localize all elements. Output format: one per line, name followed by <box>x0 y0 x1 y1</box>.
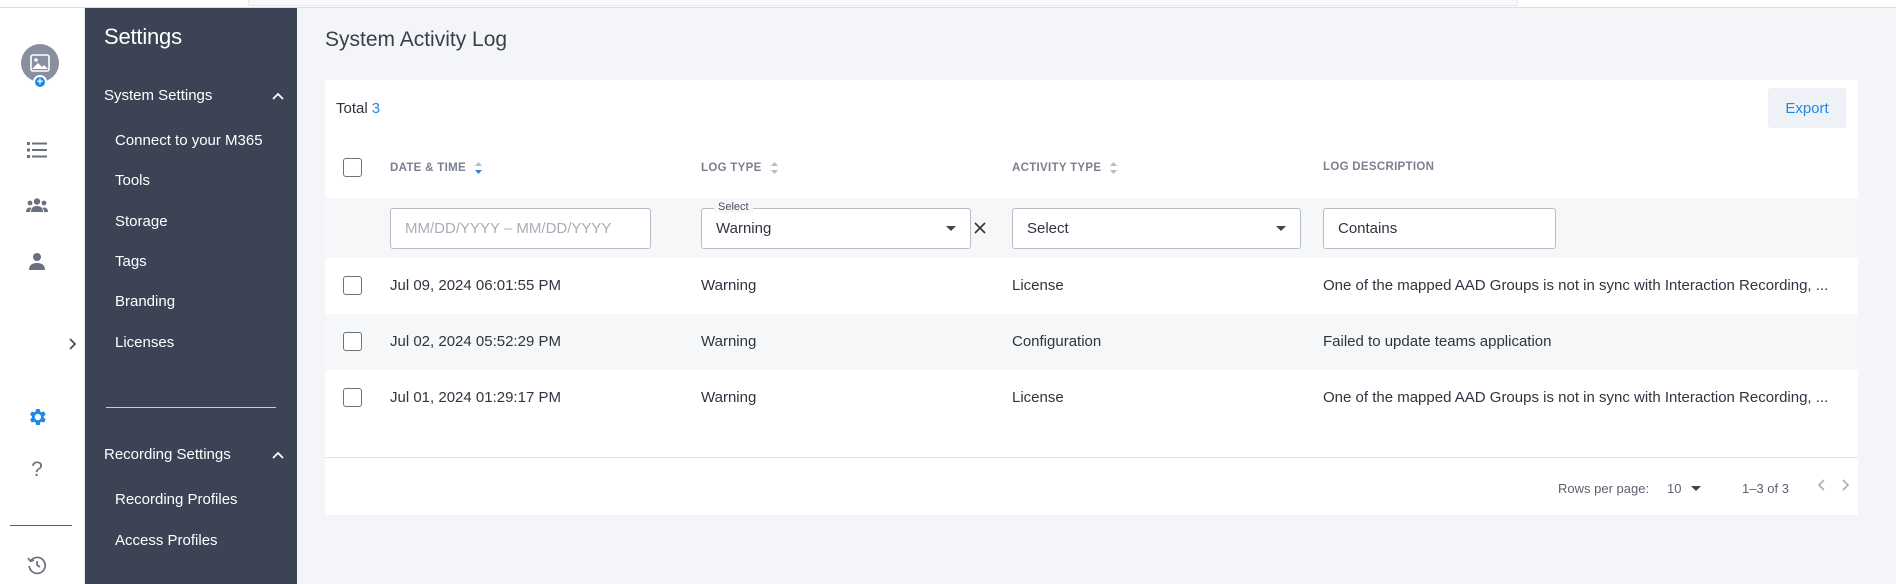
group-icon[interactable] <box>24 192 50 218</box>
settings-sidebar: Settings System Settings Connect to your… <box>85 8 297 584</box>
column-log-description: LOG DESCRIPTION <box>1323 161 1434 173</box>
date-range-placeholder: MM/DD/YYYY – MM/DD/YYYY <box>405 220 612 237</box>
row-log-type: Warning <box>701 333 757 350</box>
clear-filter-icon[interactable] <box>971 219 989 237</box>
description-filter-value: Contains <box>1338 220 1398 237</box>
column-date-time-label: DATE & TIME <box>390 162 466 174</box>
sort-desc-icon <box>474 162 482 174</box>
sidebar-item-tools[interactable]: Tools <box>115 172 150 189</box>
table-header: DATE & TIME LOG TYPE ACTIVITY TYPE LOG D… <box>325 144 1858 190</box>
row-activity-type: License <box>1012 277 1064 294</box>
activity-type-filter[interactable]: Select <box>1012 208 1301 249</box>
recording-settings-label: Recording Settings <box>104 446 231 463</box>
row-log-type: Warning <box>701 389 757 406</box>
activity-log-card: Total 3 Export DATE & TIME LOG TYPE ACTIV… <box>325 80 1858 515</box>
row-date: Jul 02, 2024 05:52:29 PM <box>390 333 561 350</box>
column-activity-type[interactable]: ACTIVITY TYPE <box>1012 161 1118 175</box>
total-number: 3 <box>371 100 381 117</box>
rail-divider <box>10 525 72 526</box>
total-label: Total <box>336 100 368 117</box>
add-icon[interactable]: + <box>33 75 47 89</box>
total-count: Total 3 <box>336 100 380 117</box>
help-icon[interactable]: ? <box>24 457 50 483</box>
caret-down-icon <box>946 226 956 231</box>
row-description: Failed to update teams application <box>1323 333 1552 350</box>
pagination-range: 1–3 of 3 <box>1742 481 1789 496</box>
sidebar-title: Settings <box>104 24 182 49</box>
gear-icon[interactable] <box>24 404 50 430</box>
rows-per-page-label: Rows per page: <box>1558 481 1650 496</box>
caret-down-icon <box>1276 226 1286 231</box>
sidebar-item-connect-m365[interactable]: Connect to your M365 <box>115 132 263 149</box>
export-button[interactable]: Export <box>1768 88 1846 128</box>
sidebar-item-tags[interactable]: Tags <box>115 253 147 270</box>
chevron-right-icon[interactable] <box>1841 479 1850 494</box>
sort-icon <box>1110 162 1118 174</box>
system-settings-label: System Settings <box>104 87 213 104</box>
history-icon[interactable] <box>24 552 50 578</box>
sidebar-item-storage[interactable]: Storage <box>115 213 168 230</box>
column-log-type[interactable]: LOG TYPE <box>701 161 779 175</box>
date-range-filter[interactable]: MM/DD/YYYY – MM/DD/YYYY <box>390 208 651 249</box>
table-row[interactable]: Jul 09, 2024 06:01:55 PM Warning License… <box>325 258 1858 314</box>
chevron-up-icon <box>272 92 284 100</box>
activity-type-filter-value: Select <box>1027 220 1069 237</box>
sidebar-item-licenses[interactable]: Licenses <box>115 334 174 351</box>
row-checkbox[interactable] <box>343 332 362 351</box>
row-description: One of the mapped AAD Groups is not in s… <box>1323 389 1829 406</box>
row-date: Jul 09, 2024 06:01:55 PM <box>390 277 561 294</box>
sidebar-divider <box>106 407 276 408</box>
sort-icon <box>770 162 778 174</box>
rows-per-page-select[interactable]: 10 <box>1667 481 1702 496</box>
row-description: One of the mapped AAD Groups is not in s… <box>1323 277 1829 294</box>
list-icon[interactable] <box>24 137 50 163</box>
column-log-type-label: LOG TYPE <box>701 162 762 174</box>
row-log-type: Warning <box>701 277 757 294</box>
system-settings-section[interactable]: System Settings <box>104 87 284 104</box>
row-activity-type: License <box>1012 389 1064 406</box>
sidebar-item-access-profiles[interactable]: Access Profiles <box>115 532 218 549</box>
log-type-filter[interactable]: Select Warning <box>701 201 971 249</box>
chevron-left-icon[interactable] <box>1817 479 1826 494</box>
rows-per-page-value: 10 <box>1667 481 1682 496</box>
table-divider <box>325 457 1858 458</box>
table-row[interactable]: Jul 01, 2024 01:29:17 PM Warning License… <box>325 370 1858 426</box>
chevron-right-icon[interactable] <box>64 334 80 354</box>
description-filter[interactable]: Contains <box>1323 208 1556 249</box>
row-activity-type: Configuration <box>1012 333 1102 350</box>
recording-settings-section[interactable]: Recording Settings <box>104 446 284 463</box>
caret-down-icon <box>1691 486 1702 491</box>
person-icon[interactable] <box>24 248 50 274</box>
row-checkbox[interactable] <box>343 388 362 407</box>
log-type-filter-value: Warning <box>716 220 772 237</box>
icon-rail: + ? <box>0 8 85 584</box>
log-type-filter-legend: Select <box>714 201 753 213</box>
top-bar <box>0 0 1896 8</box>
avatar-image-icon <box>30 54 50 72</box>
column-log-description-label: LOG DESCRIPTION <box>1323 161 1435 173</box>
row-date: Jul 01, 2024 01:29:17 PM <box>390 389 561 406</box>
top-bar-tab <box>248 0 1518 6</box>
sidebar-item-branding[interactable]: Branding <box>115 293 175 310</box>
chevron-up-icon <box>272 451 284 459</box>
page-title: System Activity Log <box>325 28 508 51</box>
row-checkbox[interactable] <box>343 276 362 295</box>
filter-row: MM/DD/YYYY – MM/DD/YYYY Select Warning S… <box>325 198 1858 258</box>
table-row[interactable]: Jul 02, 2024 05:52:29 PM Warning Configu… <box>325 314 1858 370</box>
sidebar-item-recording-profiles[interactable]: Recording Profiles <box>115 491 238 508</box>
column-activity-type-label: ACTIVITY TYPE <box>1012 162 1102 174</box>
select-all-checkbox[interactable] <box>343 158 362 177</box>
column-date-time[interactable]: DATE & TIME <box>390 161 483 175</box>
